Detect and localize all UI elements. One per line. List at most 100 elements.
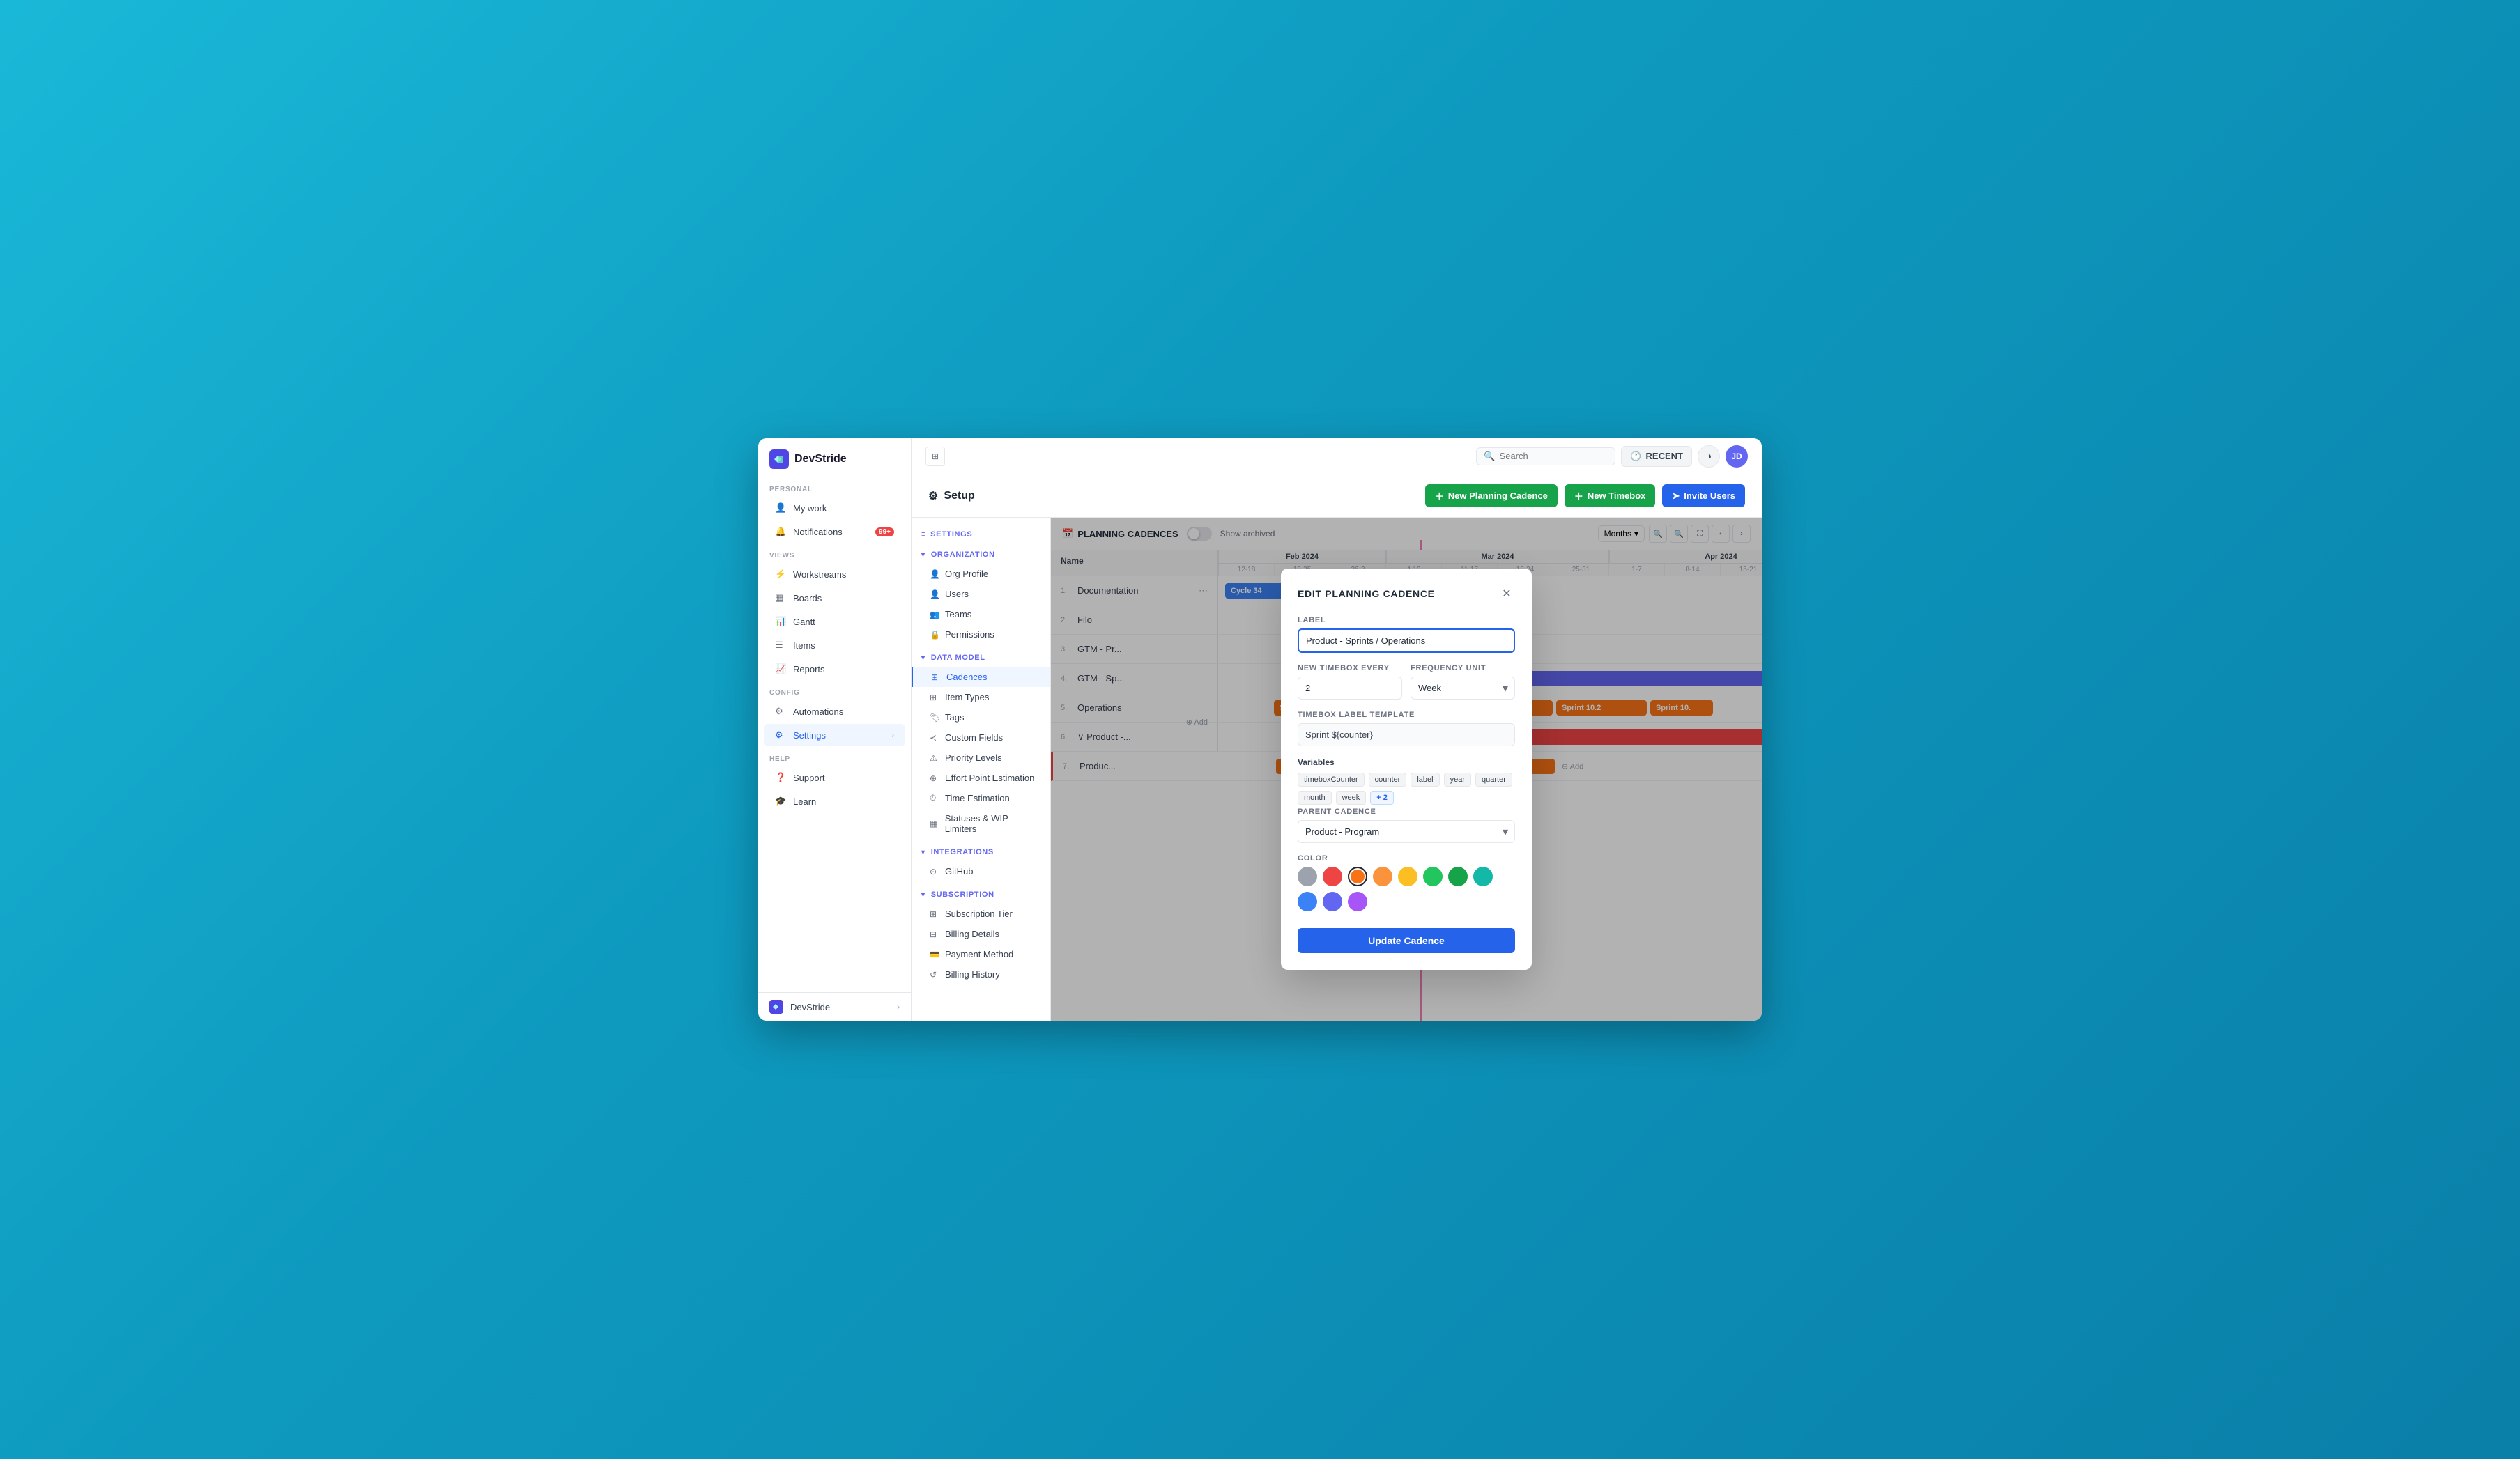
var-quarter[interactable]: quarter bbox=[1475, 773, 1512, 787]
main-content: ⊞ 🔍 🕐 RECENT ◑ JD ⚙ Setup bbox=[912, 438, 1762, 1021]
settings-item-permissions[interactable]: 🔒 Permissions bbox=[912, 624, 1050, 644]
color-orange-red[interactable] bbox=[1348, 867, 1367, 886]
color-purple[interactable] bbox=[1348, 892, 1367, 911]
new-timebox-button[interactable]: ＋ New Timebox bbox=[1565, 484, 1656, 507]
workstreams-icon: ⚡ bbox=[775, 569, 786, 580]
settings-item-github[interactable]: ⊙ GitHub bbox=[912, 861, 1050, 881]
new-timebox-label: NEW TIMEBOX EVERY bbox=[1298, 664, 1402, 672]
sidebar-item-reports[interactable]: 📈 Reports bbox=[764, 658, 905, 680]
color-indigo[interactable] bbox=[1323, 892, 1342, 911]
history-icon: ↺ bbox=[930, 970, 939, 980]
expand-sidebar-button[interactable]: ⊞ bbox=[925, 447, 945, 466]
settings-item-billing-history[interactable]: ↺ Billing History bbox=[912, 964, 1050, 985]
bottom-chevron: › bbox=[897, 1002, 900, 1012]
modal-close-button[interactable]: ✕ bbox=[1498, 585, 1515, 602]
settings-item-payment-method[interactable]: 💳 Payment Method bbox=[912, 944, 1050, 964]
template-input[interactable] bbox=[1298, 723, 1515, 746]
sidebar-item-boards[interactable]: ▦ Boards bbox=[764, 587, 905, 609]
var-more[interactable]: + 2 bbox=[1370, 791, 1394, 805]
update-cadence-button[interactable]: Update Cadence bbox=[1298, 928, 1515, 953]
modal-overlay: EDIT PLANNING CADENCE ✕ LABEL NEW TIMEBO… bbox=[1051, 518, 1762, 1021]
settings-item-time-estimation[interactable]: ⏱ Time Estimation bbox=[912, 788, 1050, 808]
settings-item-item-types[interactable]: ⊞ Item Types bbox=[912, 687, 1050, 707]
color-red[interactable] bbox=[1323, 867, 1342, 886]
plus-icon: ＋ bbox=[1435, 489, 1444, 502]
settings-item-effort-point[interactable]: ⊕ Effort Point Estimation bbox=[912, 768, 1050, 788]
var-year[interactable]: year bbox=[1444, 773, 1471, 787]
settings-item-billing-details[interactable]: ⊟ Billing Details bbox=[912, 924, 1050, 944]
tier-icon: ⊞ bbox=[930, 909, 939, 919]
new-timebox-input[interactable] bbox=[1298, 677, 1402, 700]
var-label[interactable]: label bbox=[1411, 773, 1439, 787]
color-teal[interactable] bbox=[1473, 867, 1493, 886]
chevron-org-icon: ▾ bbox=[921, 551, 925, 559]
variables-label: Variables bbox=[1298, 757, 1515, 767]
page-actions: ＋ New Planning Cadence ＋ New Timebox ➤ I… bbox=[1425, 484, 1745, 507]
color-dark-green[interactable] bbox=[1448, 867, 1468, 886]
invite-users-button[interactable]: ➤ Invite Users bbox=[1662, 484, 1745, 507]
frequency-unit-select[interactable]: Day Week Month Quarter bbox=[1411, 677, 1515, 700]
new-planning-cadence-button[interactable]: ＋ New Planning Cadence bbox=[1425, 484, 1558, 507]
effort-icon: ⊕ bbox=[930, 773, 939, 783]
sidebar-item-learn[interactable]: 🎓 Learn bbox=[764, 790, 905, 812]
settings-item-users[interactable]: 👤 Users bbox=[912, 584, 1050, 604]
item-types-icon: ⊞ bbox=[930, 693, 939, 702]
time-icon: ⏱ bbox=[930, 793, 939, 803]
color-gray[interactable] bbox=[1298, 867, 1317, 886]
calendar-area: 📅 PLANNING CADENCES Show archived Months… bbox=[1051, 518, 1762, 1021]
chevron-data-icon: ▾ bbox=[921, 654, 925, 662]
settings-icon: ⚙ bbox=[775, 730, 786, 741]
settings-item-priority-levels[interactable]: ⚠ Priority Levels bbox=[912, 748, 1050, 768]
sidebar-item-gantt[interactable]: 📊 Gantt bbox=[764, 610, 905, 633]
topbar-search-area: 🔍 🕐 RECENT ◑ JD bbox=[1476, 445, 1748, 468]
sidebar: DevStride PERSONAL 👤 My work 🔔 Notificat… bbox=[758, 438, 912, 1021]
search-box[interactable]: 🔍 bbox=[1476, 447, 1615, 465]
settings-section-subscription: ▾ SUBSCRIPTION bbox=[912, 886, 1050, 904]
settings-item-tags[interactable]: 🏷 Tags bbox=[912, 707, 1050, 727]
sidebar-item-automations[interactable]: ⚙ Automations bbox=[764, 700, 905, 723]
label-input[interactable] bbox=[1298, 628, 1515, 653]
settings-item-org-profile[interactable]: 👤 Org Profile bbox=[912, 564, 1050, 584]
settings-item-teams[interactable]: 👥 Teams bbox=[912, 604, 1050, 624]
search-icon: 🔍 bbox=[1484, 451, 1495, 462]
settings-item-custom-fields[interactable]: ≺ Custom Fields bbox=[912, 727, 1050, 748]
sidebar-item-support[interactable]: ❓ Support bbox=[764, 766, 905, 789]
parent-cadence-wrapper: Product - Program bbox=[1298, 820, 1515, 843]
personal-section-label: PERSONAL bbox=[758, 477, 911, 496]
theme-toggle-button[interactable]: ◑ bbox=[1698, 445, 1720, 468]
sidebar-item-settings[interactable]: ⚙ Settings › bbox=[764, 724, 905, 746]
sidebar-item-notifications[interactable]: 🔔 Notifications 99+ bbox=[764, 520, 905, 543]
tag-icon: 🏷 bbox=[930, 713, 939, 723]
settings-item-cadences[interactable]: ⊞ Cadences bbox=[912, 667, 1050, 687]
var-week[interactable]: week bbox=[1336, 791, 1367, 805]
color-green[interactable] bbox=[1423, 867, 1443, 886]
var-month[interactable]: month bbox=[1298, 791, 1332, 805]
search-input[interactable] bbox=[1500, 451, 1608, 461]
color-blue[interactable] bbox=[1298, 892, 1317, 911]
frequency-select-wrapper: Day Week Month Quarter bbox=[1411, 677, 1515, 700]
color-swatches bbox=[1298, 867, 1515, 911]
parent-cadence-field-group: PARENT CADENCE Product - Program bbox=[1298, 808, 1515, 843]
color-orange[interactable] bbox=[1373, 867, 1392, 886]
settings-item-statuses[interactable]: ▦ Statuses & WIP Limiters bbox=[912, 808, 1050, 839]
sidebar-item-mywork[interactable]: 👤 My work bbox=[764, 497, 905, 519]
github-icon: ⊙ bbox=[930, 867, 939, 877]
parent-cadence-select[interactable]: Product - Program bbox=[1298, 820, 1515, 843]
sidebar-item-items[interactable]: ☰ Items bbox=[764, 634, 905, 656]
notifications-badge: 99+ bbox=[875, 527, 894, 536]
var-timeboxcounter[interactable]: timeboxCounter bbox=[1298, 773, 1365, 787]
edit-planning-cadence-modal: EDIT PLANNING CADENCE ✕ LABEL NEW TIMEBO… bbox=[1281, 569, 1532, 970]
template-field-label: TIMEBOX LABEL TEMPLATE bbox=[1298, 711, 1515, 719]
sidebar-item-workstreams[interactable]: ⚡ Workstreams bbox=[764, 563, 905, 585]
settings-section-organization: ▾ ORGANIZATION bbox=[912, 546, 1050, 564]
custom-fields-icon: ≺ bbox=[930, 733, 939, 743]
settings-section-integrations: ▾ INTEGRATIONS bbox=[912, 843, 1050, 861]
app-logo[interactable]: DevStride bbox=[758, 438, 911, 477]
sidebar-bottom-devstride[interactable]: DevStride › bbox=[758, 993, 911, 1021]
color-yellow[interactable] bbox=[1398, 867, 1418, 886]
recent-button[interactable]: 🕐 RECENT bbox=[1621, 446, 1692, 467]
views-section-label: VIEWS bbox=[758, 543, 911, 562]
user-avatar[interactable]: JD bbox=[1726, 445, 1748, 468]
var-counter[interactable]: counter bbox=[1369, 773, 1407, 787]
settings-item-subscription-tier[interactable]: ⊞ Subscription Tier bbox=[912, 904, 1050, 924]
